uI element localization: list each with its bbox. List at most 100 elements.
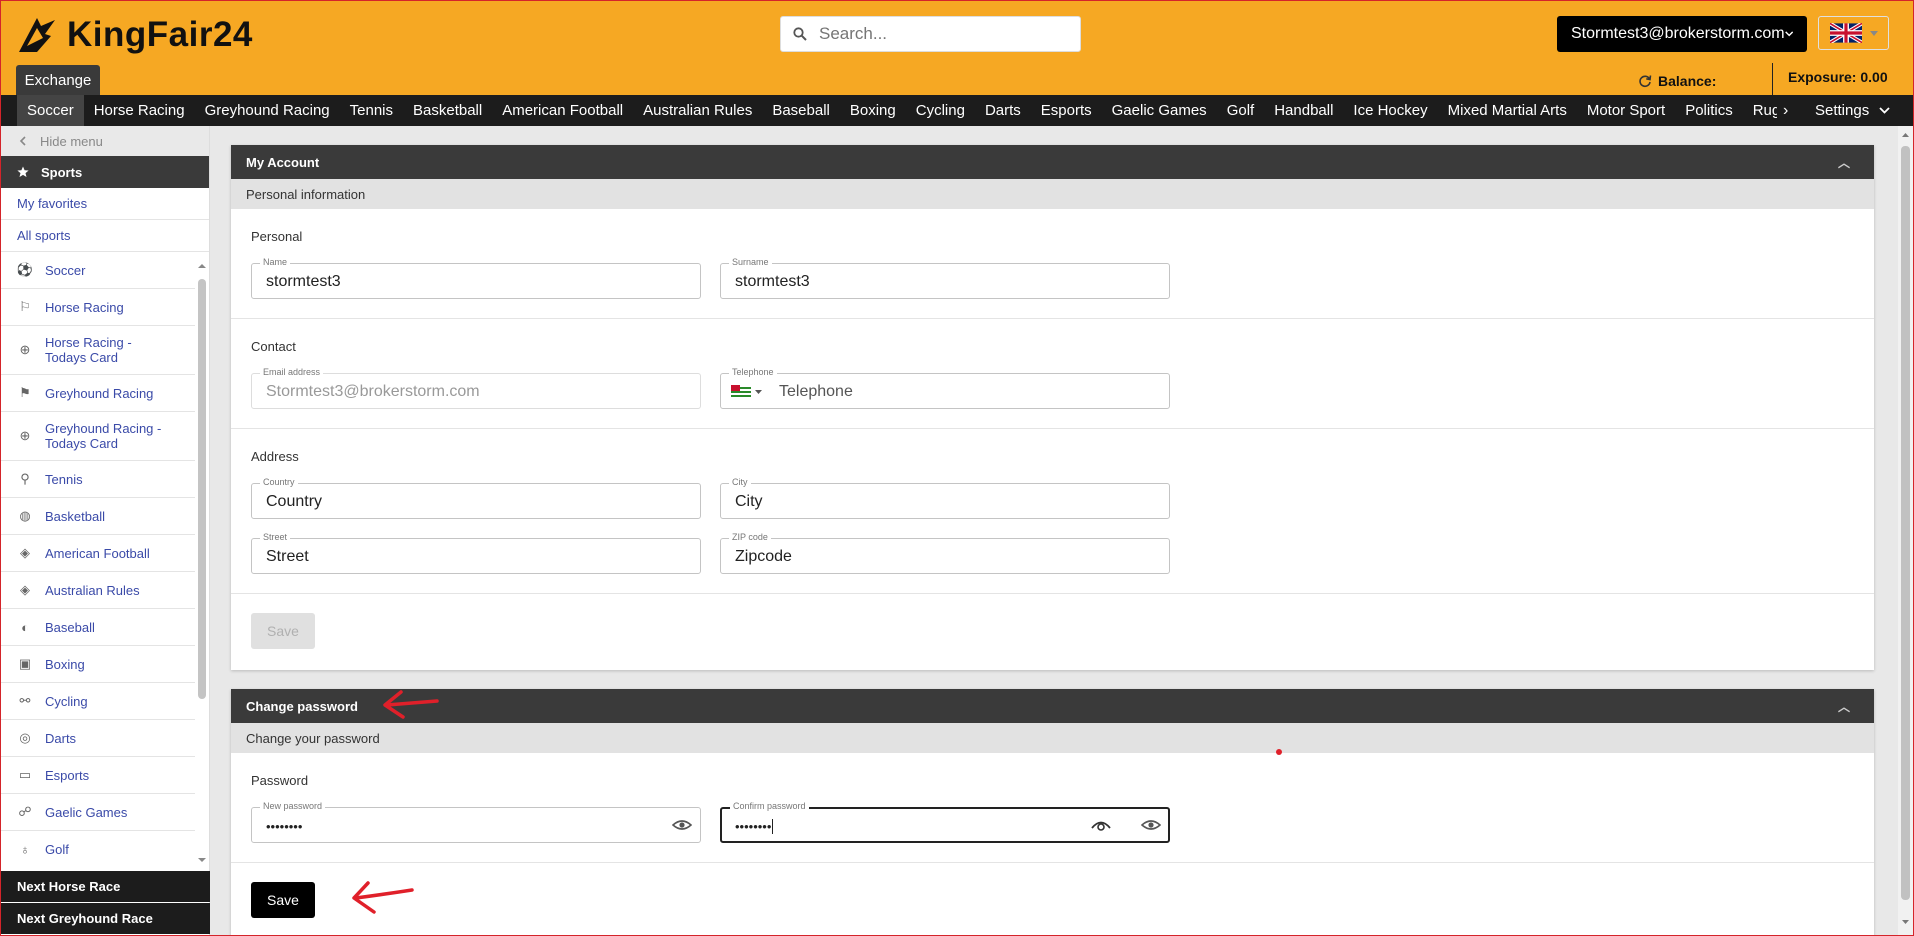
sidebar-scrollbar[interactable]: [197, 263, 207, 863]
sidebar-all-sports[interactable]: All sports: [1, 220, 209, 252]
sidebar-item-boxing[interactable]: ▣ Boxing: [1, 646, 195, 683]
nav-scroll-right-icon[interactable]: ›: [1783, 95, 1788, 126]
sidebar-item-greyhound-racing-todays-card[interactable]: ⊕ Greyhound Racing - Todays Card: [1, 412, 195, 461]
nav-item-rugby[interactable]: Rugby: [1743, 95, 1777, 126]
language-selector[interactable]: [1818, 16, 1889, 50]
section-title: Contact: [251, 339, 296, 354]
eye-icon[interactable]: [672, 817, 692, 833]
next-horse-race-button[interactable]: Next Horse Race: [1, 871, 210, 902]
sidebar-item-esports[interactable]: ▭ Esports: [1, 757, 195, 794]
sports-nav-bar: Soccer Horse Racing Greyhound Racing Ten…: [1, 95, 1913, 126]
panel-title: My Account: [246, 154, 320, 170]
confirm-password-field[interactable]: Confirm password ••••••••: [720, 801, 1170, 843]
sidebar-item-darts[interactable]: ◎ Darts: [1, 720, 195, 757]
country-flag-selector[interactable]: [731, 385, 762, 398]
sidebar-item-horse-racing-todays-card[interactable]: ⊕ Horse Racing - Todays Card: [1, 326, 195, 375]
sidebar-scroll-thumb[interactable]: [198, 279, 206, 699]
change-password-header[interactable]: Change password ︿: [231, 689, 1874, 723]
hide-menu-label: Hide menu: [40, 133, 103, 149]
field-label: Confirm password: [730, 801, 809, 811]
football-icon: ◈: [20, 545, 30, 560]
cursor-dot: [1276, 749, 1282, 755]
top-header: KingFair24 Stormtest3@brokerstorm.com Ex…: [1, 1, 1913, 95]
nav-item-darts[interactable]: Darts: [975, 95, 1031, 126]
main-scroll-thumb[interactable]: [1901, 146, 1910, 900]
nav-item-basketball[interactable]: Basketball: [403, 95, 492, 126]
sidebar-item-basketball[interactable]: ◍ Basketball: [1, 498, 195, 535]
next-greyhound-race-button[interactable]: Next Greyhound Race: [1, 903, 210, 934]
refresh-icon[interactable]: [1638, 74, 1652, 88]
sidebar-item-tennis[interactable]: ⚲ Tennis: [1, 461, 195, 498]
sidebar-item-baseball[interactable]: ◐ Baseball: [1, 609, 195, 646]
nav-item-greyhound-racing[interactable]: Greyhound Racing: [195, 95, 340, 126]
address-section: Address Country Country City City Street…: [231, 429, 1874, 594]
nav-item-american-football[interactable]: American Football: [492, 95, 633, 126]
field-label: Surname: [729, 257, 772, 267]
scroll-up-icon[interactable]: [1901, 132, 1910, 138]
street-field[interactable]: Street Street: [251, 532, 701, 574]
sidebar-item-label: Horse Racing: [45, 299, 124, 315]
sidebar-item-american-football[interactable]: ◈ American Football: [1, 535, 195, 572]
logo[interactable]: KingFair24: [15, 9, 253, 61]
bicycle-icon: ⚯: [19, 693, 31, 708]
chevron-left-icon: [19, 136, 26, 146]
new-password-field[interactable]: New password ••••••••: [251, 801, 701, 843]
nav-item-australian-rules[interactable]: Australian Rules: [633, 95, 762, 126]
search-input[interactable]: [819, 24, 1059, 44]
scroll-up-icon[interactable]: [197, 263, 207, 269]
scroll-down-icon[interactable]: [1901, 919, 1910, 925]
sidebar-item-label: Greyhound Racing - Todays Card: [45, 421, 162, 451]
sidebar-item-golf[interactable]: ♁ Golf: [1, 831, 195, 866]
balance-label: Balance:: [1658, 73, 1717, 89]
nav-item-baseball[interactable]: Baseball: [762, 95, 840, 126]
settings-menu[interactable]: Settings: [1807, 95, 1891, 126]
sidebar-item-australian-rules[interactable]: ◈ Australian Rules: [1, 572, 195, 609]
name-field[interactable]: Name stormtest3: [251, 257, 701, 299]
nav-item-handball[interactable]: Handball: [1264, 95, 1343, 126]
save-account-button[interactable]: Save: [251, 613, 315, 649]
chevron-up-icon[interactable]: ︿: [1838, 698, 1850, 715]
sidebar: Hide menu Sports My favorites All sports…: [1, 126, 210, 935]
nav-item-tennis[interactable]: Tennis: [340, 95, 403, 126]
surname-field[interactable]: Surname stormtest3: [720, 257, 1170, 299]
nav-item-golf[interactable]: Golf: [1217, 95, 1265, 126]
nav-item-boxing[interactable]: Boxing: [840, 95, 906, 126]
nav-item-mixed-martial-arts[interactable]: Mixed Martial Arts: [1438, 95, 1577, 126]
search-box[interactable]: [780, 16, 1081, 52]
chevron-up-icon[interactable]: ︿: [1838, 154, 1850, 171]
nav-item-esports[interactable]: Esports: [1031, 95, 1102, 126]
sidebar-item-soccer[interactable]: ⚽ Soccer: [1, 252, 195, 289]
field-value: stormtest3: [735, 273, 810, 290]
tab-exchange[interactable]: Exchange: [16, 65, 100, 95]
field-label: Name: [260, 257, 291, 267]
country-field[interactable]: Country Country: [251, 477, 701, 519]
sidebar-item-greyhound-racing[interactable]: ⚑ Greyhound Racing: [1, 375, 195, 412]
zip-field[interactable]: ZIP code Zipcode: [720, 532, 1170, 574]
sidebar-sports-heading[interactable]: Sports: [1, 156, 209, 188]
eye-icon[interactable]: [1141, 817, 1161, 833]
field-value: stormtest3: [266, 273, 341, 290]
user-menu-button[interactable]: Stormtest3@brokerstorm.com: [1557, 16, 1807, 52]
nav-item-politics[interactable]: Politics: [1675, 95, 1743, 126]
scroll-down-icon[interactable]: [197, 857, 207, 863]
nav-item-motor-sport[interactable]: Motor Sport: [1577, 95, 1675, 126]
telephone-field[interactable]: Telephone Telephone: [720, 367, 1170, 409]
sidebar-item-horse-racing[interactable]: ⚐ Horse Racing: [1, 289, 195, 326]
my-account-header[interactable]: My Account ︿: [231, 145, 1874, 179]
eye-outline-icon[interactable]: [1091, 817, 1111, 833]
main-scrollbar[interactable]: [1898, 126, 1913, 935]
nav-item-soccer[interactable]: Soccer: [17, 95, 84, 126]
sidebar-item-cycling[interactable]: ⚯ Cycling: [1, 683, 195, 720]
nav-item-horse-racing[interactable]: Horse Racing: [84, 95, 195, 126]
nav-item-cycling[interactable]: Cycling: [906, 95, 975, 126]
balance-value: [1726, 69, 1777, 93]
nav-item-gaelic-games[interactable]: Gaelic Games: [1102, 95, 1217, 126]
section-title: Password: [251, 773, 309, 788]
crown-arrow-icon: [19, 18, 55, 52]
nav-item-ice-hockey[interactable]: Ice Hockey: [1343, 95, 1437, 126]
sidebar-item-gaelic-games[interactable]: ☍ Gaelic Games: [1, 794, 195, 831]
city-field[interactable]: City City: [720, 477, 1170, 519]
save-password-button[interactable]: Save: [251, 882, 315, 918]
hide-menu-button[interactable]: Hide menu: [1, 126, 209, 156]
sidebar-my-favorites[interactable]: My favorites: [1, 188, 209, 220]
